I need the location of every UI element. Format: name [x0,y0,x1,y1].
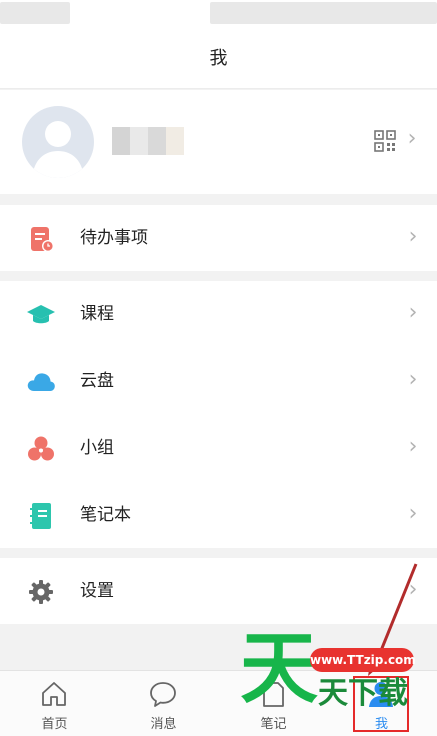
group-icon [28,436,54,461]
tab-home[interactable]: 首页 [11,671,98,736]
menu-item-notebook[interactable]: 笔记本 › [0,482,437,548]
menu-item-label: 设置 [80,581,114,601]
page-header: 我 [0,30,437,89]
qr-code-icon[interactable] [374,130,396,152]
status-blur-left [0,2,70,24]
chevron-right-icon: › [407,126,417,151]
menu-item-todo[interactable]: 待办事项 › [0,205,437,271]
page-title: 我 [209,48,228,69]
menu-item-label: 小组 [80,438,114,458]
chevron-right-icon: › [408,367,418,392]
tab-label: 首页 [41,717,68,732]
graduation-cap-icon [27,305,55,324]
username-blurred [112,127,184,155]
menu-item-label: 笔记本 [80,505,131,525]
chevron-right-icon: › [408,434,418,459]
tab-label: 笔记 [260,717,287,732]
profile-card[interactable]: › [0,90,437,194]
chevron-right-icon: › [408,501,418,526]
menu-item-label: 待办事项 [80,228,148,248]
menu-item-group[interactable]: 小组 › [0,415,437,481]
status-bar [0,0,437,30]
menu-item-cloud[interactable]: 云盘 › [0,348,437,414]
status-blur-right [210,2,437,24]
tab-label: 消息 [150,717,177,732]
menu-item-course[interactable]: 课程 › [0,281,437,347]
cloud-icon [27,373,55,391]
watermark-brand-text: 天下载 [318,676,408,711]
menu-item-label: 课程 [80,304,114,324]
todo-icon [31,227,54,252]
menu-group-main: 课程 › 云盘 › 小组 › 笔记本 › [0,281,437,548]
home-icon [42,682,66,706]
chevron-right-icon: › [408,224,418,249]
avatar[interactable] [22,106,94,178]
watermark-big-char: 天 [240,624,319,714]
default-avatar-icon [32,121,84,178]
watermark-url: www.TTzip.com [310,648,416,672]
menu-group-todo: 待办事项 › [0,205,437,271]
menu-item-label: 云盘 [80,371,114,391]
tab-messages[interactable]: 消息 [120,671,207,736]
chevron-right-icon: › [408,300,418,325]
gear-icon [29,580,53,604]
chat-icon [150,682,176,707]
notebook-icon [30,503,51,529]
